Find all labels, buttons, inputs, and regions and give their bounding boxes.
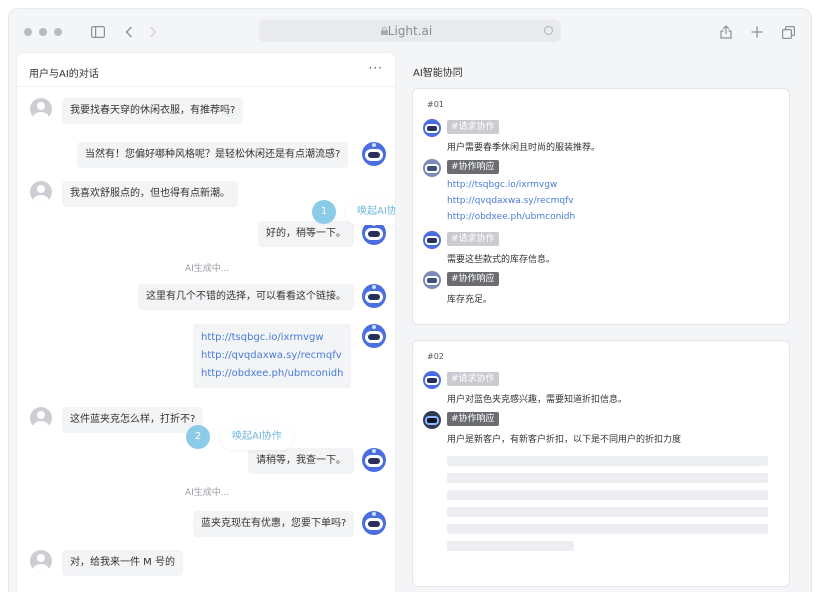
collab-marker[interactable]: 2	[186, 425, 210, 449]
request-bot-icon	[423, 231, 441, 249]
request-tag: #请求协作	[447, 232, 499, 246]
tab-overview-icon[interactable]	[777, 21, 799, 43]
response-tag: #协作响应	[447, 272, 499, 286]
collab-panel-title: AI智能协同	[413, 68, 463, 79]
ai-bot-avatar	[362, 511, 386, 535]
title-bar: Light.ai	[9, 9, 811, 53]
new-tab-icon[interactable]	[746, 21, 768, 43]
loading-skeleton-line	[447, 490, 768, 500]
user-avatar	[30, 181, 52, 203]
ai-bot-avatar	[362, 448, 386, 472]
recommendation-link[interactable]: http://tsqbgc.io/ixrmvgw	[201, 329, 343, 347]
entry-text: 用户对蓝色夹克感兴趣，需要知道折扣信息。	[447, 395, 628, 405]
recommendation-link[interactable]: http://qvqdaxwa.sy/recmqfv	[201, 347, 343, 365]
loading-skeleton-line	[447, 507, 768, 517]
response-bot-icon	[423, 159, 441, 177]
response-tag: #协作响应	[447, 160, 499, 174]
user-avatar	[30, 98, 52, 120]
collab-panel: AI智能协同 #01 #请求协作 用户需要春季休闲且时尚的服装推荐。 #协作响应…	[401, 52, 805, 592]
loading-skeleton-line	[447, 541, 574, 551]
user-avatar	[30, 550, 52, 572]
ai-message: 当然有！您偏好哪种风格呢？是轻松休闲还是有点潮流感?	[77, 142, 349, 168]
card-id: #01	[427, 100, 444, 109]
response-bot-icon	[423, 411, 441, 429]
ai-bot-avatar	[362, 324, 386, 348]
loading-skeleton-line	[447, 473, 768, 483]
user-message: 我喜欢舒服点的，但也得有点新潮。	[62, 181, 238, 207]
response-link[interactable]: http://qvqdaxwa.sy/recmqfv	[447, 196, 574, 206]
back-icon[interactable]	[118, 21, 140, 43]
chat-panel-title: 用户与AI的对话	[29, 69, 99, 80]
chat-panel: 用户与AI的对话 ··· 我要找春天穿的休闲衣服，有推荐吗? 当然有！您偏好哪种…	[16, 52, 396, 592]
collab-card: #01 #请求协作 用户需要春季休闲且时尚的服装推荐。 #协作响应 http:/…	[412, 88, 790, 325]
window-zoom-dot[interactable]	[54, 28, 62, 36]
reload-icon[interactable]	[544, 26, 553, 35]
share-icon[interactable]	[715, 21, 737, 43]
forward-icon[interactable]	[142, 21, 164, 43]
entry-text: 用户是新客户，有新客户折扣，以下是不同用户的折扣力度	[447, 435, 682, 445]
collab-card: #02 #请求协作 用户对蓝色夹克感兴趣，需要知道折扣信息。 #协作响应 用户是…	[412, 340, 790, 587]
ai-message: 请稍等，我查一下。	[248, 448, 354, 474]
response-bot-icon	[423, 271, 441, 289]
request-tag: #请求协作	[447, 120, 499, 134]
request-tag: #请求协作	[447, 372, 499, 386]
more-options-icon[interactable]: ···	[369, 61, 383, 75]
invoke-ai-collab-label[interactable]: 唤起AI协作	[345, 199, 395, 225]
loading-skeleton-line	[447, 524, 768, 534]
invoke-ai-collab-label[interactable]: 唤起AI协作	[220, 424, 294, 450]
ai-generating-status: AI生成中...	[185, 264, 230, 274]
address-bar[interactable]: Light.ai	[259, 20, 561, 42]
window-close-dot[interactable]	[24, 28, 32, 36]
panel-divider	[17, 86, 395, 87]
loading-skeleton-line	[447, 456, 768, 466]
user-message: 这件蓝夹克怎么样，打折不?	[62, 407, 204, 433]
user-message: 我要找春天穿的休闲衣服，有推荐吗?	[62, 98, 244, 124]
window-minimize-dot[interactable]	[39, 28, 47, 36]
entry-text: 需要这些款式的库存信息。	[447, 255, 556, 265]
response-link[interactable]: http://tsqbgc.io/ixrmvgw	[447, 180, 557, 190]
url-text: Light.ai	[387, 24, 433, 38]
ai-message: 好的，稍等一下。	[258, 221, 354, 247]
response-tag: #协作响应	[447, 412, 499, 426]
request-bot-icon	[423, 119, 441, 137]
ai-bot-avatar	[362, 284, 386, 308]
ai-bot-avatar	[362, 142, 386, 166]
entry-text: 库存充足。	[447, 295, 493, 305]
collab-marker[interactable]: 1	[312, 200, 336, 224]
sidebar-toggle-icon[interactable]	[87, 21, 109, 43]
ai-link-message: http://tsqbgc.io/ixrmvgw http://qvqdaxwa…	[193, 324, 352, 388]
request-bot-icon	[423, 371, 441, 389]
entry-text: 用户需要春季休闲且时尚的服装推荐。	[447, 143, 601, 153]
recommendation-link[interactable]: http://obdxee.ph/ubmconidh	[201, 365, 343, 383]
browser-window: Light.ai 用户与AI的对话 ··· 我要找春天穿的休闲衣服，有推荐吗? …	[8, 8, 812, 592]
card-id: #02	[427, 352, 444, 361]
user-message: 对，给我来一件 M 号的	[62, 550, 183, 576]
response-link[interactable]: http://obdxee.ph/ubmconidh	[447, 212, 575, 222]
ai-message: 蓝夹克现在有优惠，您要下单吗?	[193, 511, 355, 537]
ai-generating-status: AI生成中...	[185, 488, 230, 498]
user-avatar	[30, 407, 52, 429]
ai-message: 这里有几个不错的选择，可以看看这个链接。	[138, 284, 354, 310]
